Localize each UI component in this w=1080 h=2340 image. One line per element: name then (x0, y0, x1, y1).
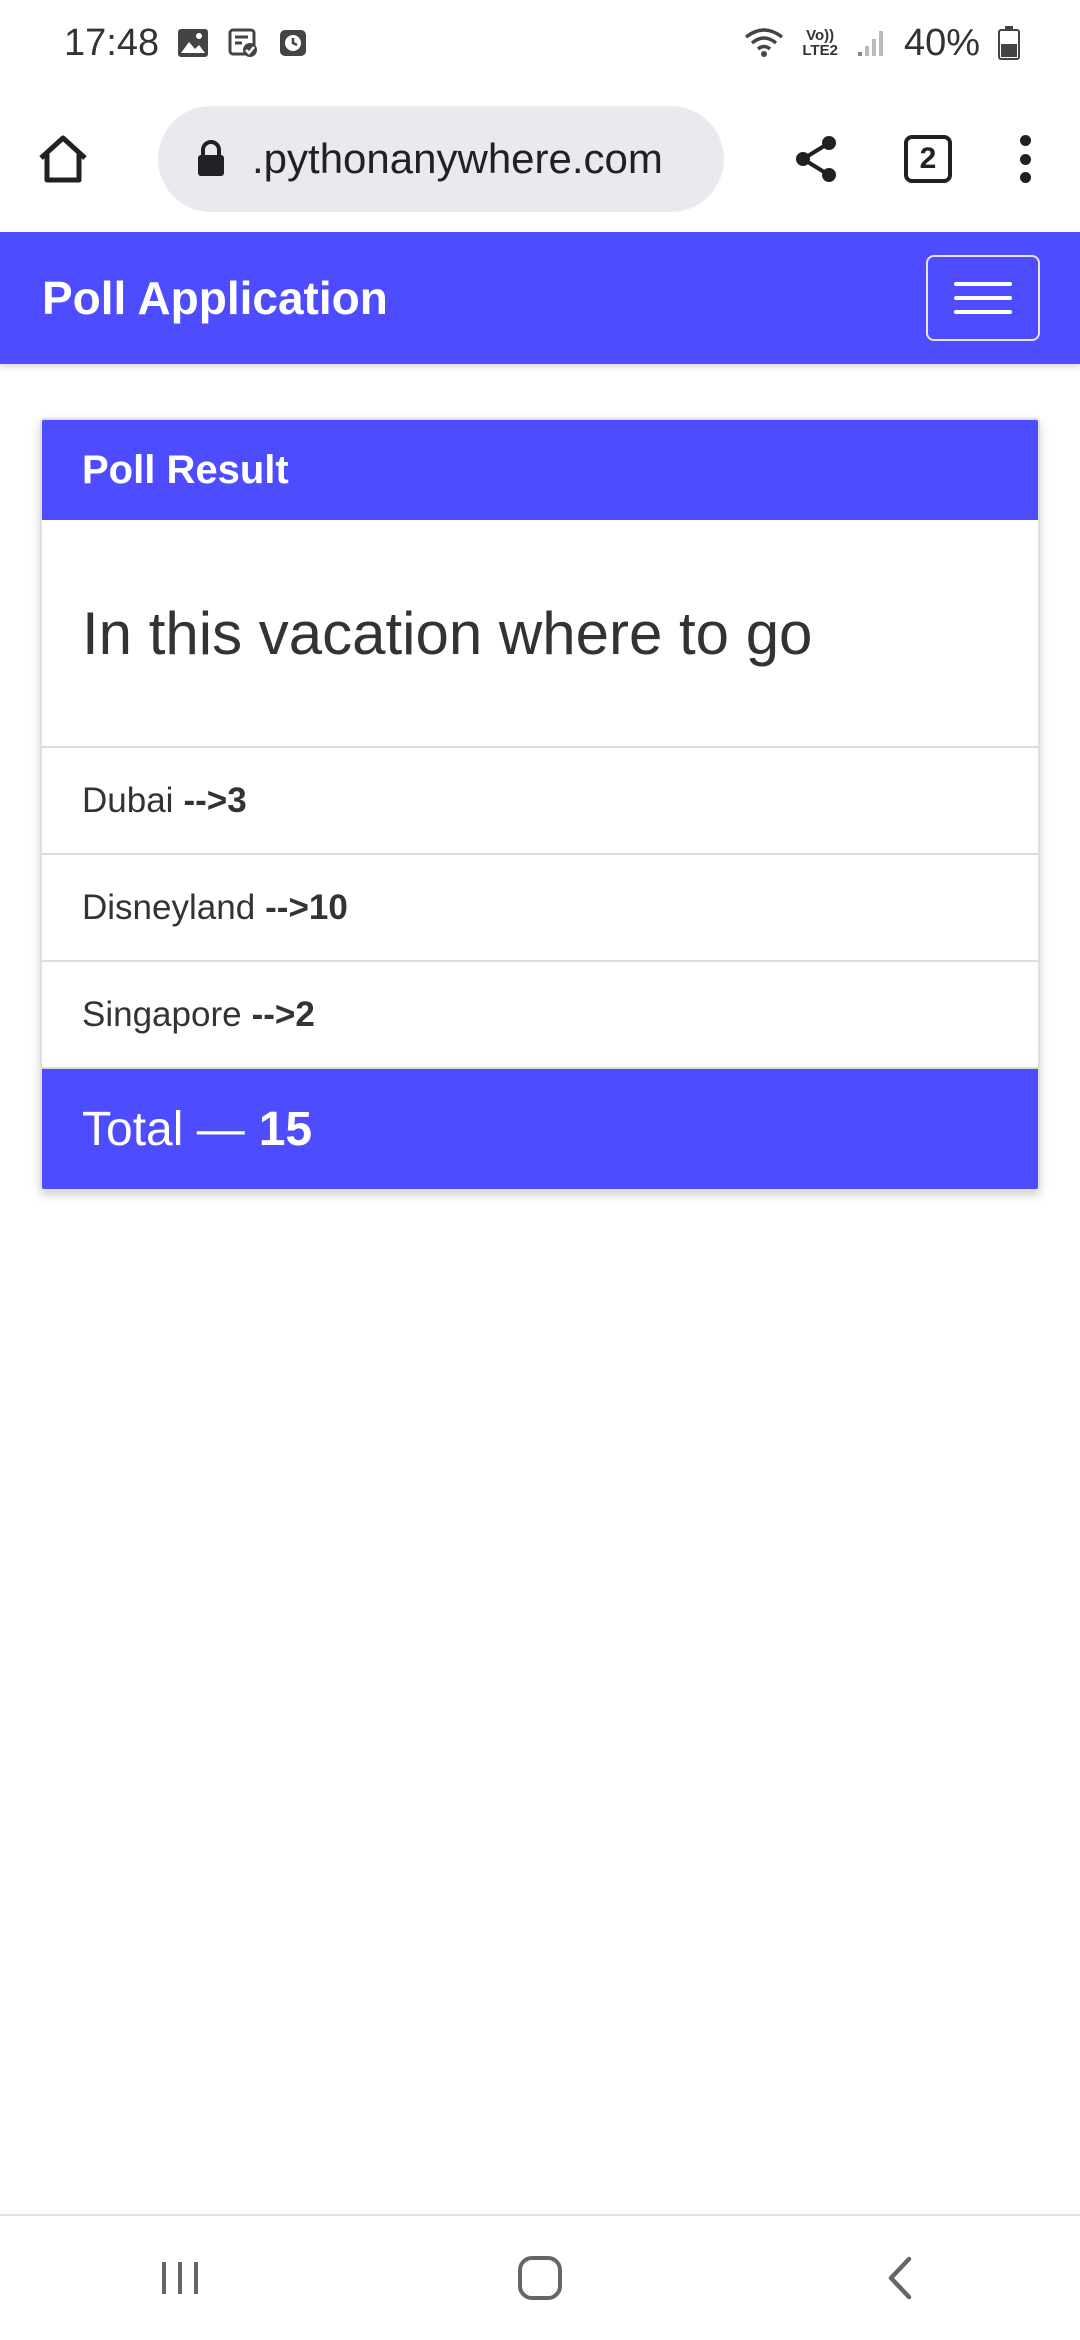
choice-votes: -->2 (251, 994, 315, 1034)
recent-apps-icon (162, 2262, 198, 2294)
total-label: Total — (82, 1102, 245, 1156)
more-options-button[interactable] (1010, 129, 1040, 189)
card-footer-total: Total — 15 (42, 1069, 1038, 1189)
system-navigation-bar (0, 2216, 1080, 2340)
choice-votes: -->3 (183, 780, 247, 820)
poll-result-card: Poll Result In this vacation where to go… (40, 418, 1040, 1191)
share-icon (796, 136, 836, 182)
choice-item: Disneyland -->10 (42, 855, 1038, 962)
task-check-icon (227, 27, 259, 59)
choice-votes: -->10 (265, 887, 348, 927)
home-nav-icon (518, 2256, 562, 2300)
home-icon (39, 135, 87, 183)
hamburger-icon (954, 282, 1012, 286)
status-bar: 17:48 Vo)) LTE2 40% (0, 0, 1080, 86)
screen: 17:48 Vo)) LTE2 40% .pythonanywhere.com … (0, 0, 1080, 2340)
battery-percent: 40% (903, 21, 980, 64)
url-text: .pythonanywhere.com (252, 135, 663, 182)
lte-label: LTE2 (802, 42, 838, 59)
battery-icon (998, 26, 1020, 60)
recent-apps-button[interactable] (140, 2238, 220, 2318)
choice-name: Disneyland (82, 887, 256, 927)
choice-item: Singapore -->2 (42, 962, 1038, 1069)
home-button[interactable] (30, 126, 96, 192)
status-left: 17:48 (64, 22, 309, 65)
choice-name: Singapore (82, 994, 242, 1034)
app-navbar: Poll Application (0, 232, 1080, 364)
status-time: 17:48 (64, 21, 160, 64)
share-button[interactable] (786, 129, 846, 189)
lock-icon (194, 139, 228, 179)
navbar-toggler-button[interactable] (926, 255, 1040, 341)
choice-item: Dubai -->3 (42, 748, 1038, 855)
total-value: 15 (258, 1102, 313, 1156)
tab-count: 2 (919, 142, 937, 175)
home-nav-button[interactable] (500, 2238, 580, 2318)
browser-toolbar: .pythonanywhere.com 2 (0, 86, 1080, 232)
signal-icon (856, 27, 886, 59)
wifi-icon (744, 27, 784, 59)
card-header: Poll Result (42, 420, 1038, 520)
navbar-brand[interactable]: Poll Application (42, 271, 388, 325)
clock-app-icon (277, 27, 309, 59)
tab-switcher-button[interactable]: 2 (904, 135, 952, 183)
gallery-icon (177, 27, 209, 59)
back-icon (888, 2256, 912, 2300)
back-button[interactable] (860, 2238, 940, 2318)
poll-question: In this vacation where to go (42, 520, 1038, 748)
choice-name: Dubai (82, 780, 174, 820)
more-vert-icon (1019, 135, 1031, 146)
address-bar[interactable]: .pythonanywhere.com (158, 106, 724, 212)
network-type: Vo)) LTE2 (802, 28, 838, 58)
status-right: Vo)) LTE2 40% (744, 22, 1020, 65)
volte-label: Vo)) (806, 27, 835, 44)
